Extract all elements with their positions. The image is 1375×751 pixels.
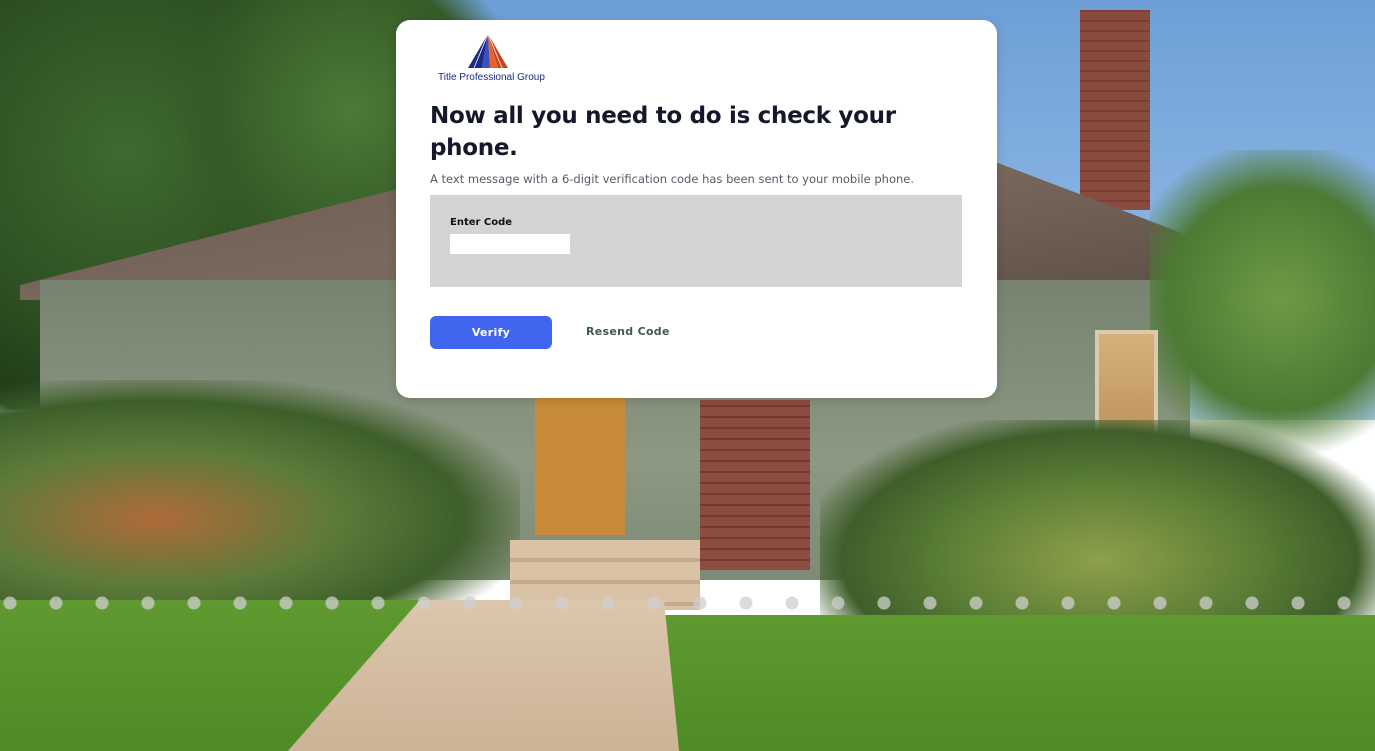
brick-pillar-middle bbox=[700, 400, 810, 570]
front-door bbox=[535, 395, 625, 535]
verify-button[interactable]: Verify bbox=[430, 316, 552, 349]
resend-code-link[interactable]: Resend Code bbox=[586, 325, 670, 338]
page-subtitle: A text message with a 6-digit verificati… bbox=[430, 172, 914, 186]
chimney bbox=[1080, 10, 1150, 210]
lawn-right bbox=[660, 615, 1375, 751]
brand-logo: Title Professional Group bbox=[434, 34, 554, 88]
page-title: Now all you need to do is check your pho… bbox=[430, 103, 896, 161]
brand-name: Title Professional Group bbox=[438, 72, 545, 83]
verification-card: Title Professional Group Now all you nee… bbox=[396, 20, 997, 398]
triangle-rays-logo-icon bbox=[468, 34, 508, 69]
verification-code-input[interactable] bbox=[450, 234, 570, 254]
shrubs-left bbox=[0, 380, 520, 610]
code-entry-panel: Enter Code bbox=[430, 195, 962, 287]
garden-rocks bbox=[0, 588, 1375, 618]
enter-code-label: Enter Code bbox=[450, 217, 513, 228]
